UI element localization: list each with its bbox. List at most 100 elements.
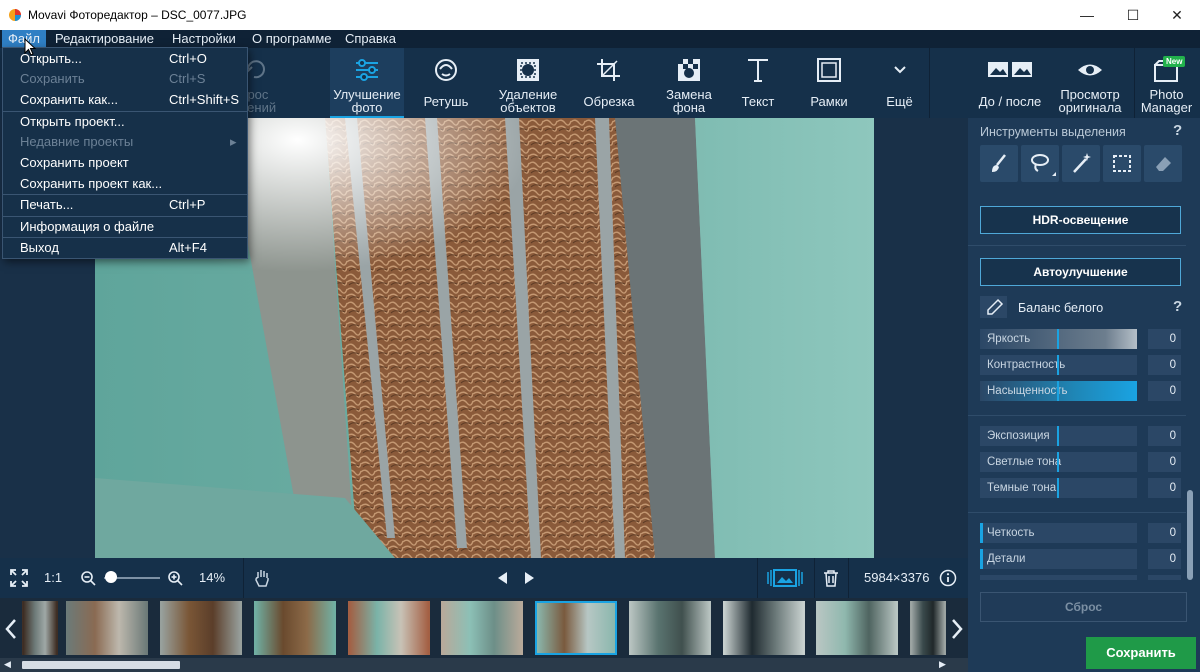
brightness-value[interactable]: 0 <box>1148 329 1181 349</box>
hdr-lighting-button[interactable]: HDR-освещение <box>980 206 1181 234</box>
previous-image-icon[interactable] <box>496 571 508 585</box>
more-label: Ещё <box>886 94 913 109</box>
filmstrip-right-arrow-icon[interactable] <box>950 618 964 640</box>
partial-value[interactable] <box>1148 575 1181 580</box>
menu-item-save-project[interactable]: Сохранить проект <box>3 153 247 173</box>
menu-settings[interactable]: Настройки <box>166 30 242 48</box>
menu-item-open-project[interactable]: Открыть проект... <box>3 112 247 132</box>
view-original-button[interactable]: Просмотр оригинала <box>1054 48 1126 118</box>
maximize-button[interactable]: ☐ <box>1110 0 1156 30</box>
scrollbar-thumb[interactable] <box>1187 490 1193 580</box>
menu-item-open[interactable]: Открыть... Ctrl+O <box>3 49 247 69</box>
window-title: Movavi Фоторедактор – DSC_0077.JPG <box>28 8 247 22</box>
eyedropper-button[interactable] <box>980 296 1007 318</box>
help-icon[interactable]: ? <box>1173 122 1182 139</box>
thumbnail[interactable] <box>22 601 58 655</box>
sliders-icon <box>356 59 378 81</box>
tab-enhance-photo[interactable]: Улучшение фото <box>330 48 404 118</box>
zoom-in-icon[interactable] <box>167 570 183 586</box>
scroll-left-icon[interactable]: ◀ <box>4 659 11 670</box>
menu-item-save-project-as[interactable]: Сохранить проект как... <box>3 174 247 194</box>
auto-enhance-button[interactable]: Автоулучшение <box>980 258 1181 286</box>
partial-slider[interactable] <box>980 575 1137 580</box>
help-icon[interactable]: ? <box>1173 298 1182 315</box>
filmstrip-left-arrow-icon[interactable] <box>4 618 18 640</box>
details-value[interactable]: 0 <box>1148 549 1181 569</box>
menu-item-recent-projects[interactable]: Недавние проекты ▸ <box>3 132 247 152</box>
minimize-button[interactable]: — <box>1064 0 1110 30</box>
brush-selection-button[interactable] <box>980 145 1018 182</box>
filmstrip-scrollbar[interactable]: ◀ ▶ <box>0 658 968 672</box>
white-balance-label: Баланс белого <box>1018 301 1104 315</box>
divider <box>757 558 758 598</box>
zoom-slider-handle[interactable] <box>104 571 117 583</box>
save-button[interactable]: Сохранить <box>1086 637 1196 669</box>
tab-retouch[interactable]: Ретушь <box>412 48 480 118</box>
thumbnail-active[interactable] <box>535 601 617 655</box>
trash-icon[interactable] <box>823 569 839 587</box>
menu-help[interactable]: Справка <box>339 30 402 48</box>
shadows-slider[interactable]: Темные тона <box>980 478 1137 498</box>
close-button[interactable]: ✕ <box>1154 0 1200 30</box>
clarity-slider[interactable]: Четкость <box>980 523 1137 543</box>
tab-text[interactable]: Текст <box>728 48 788 118</box>
saturation-slider[interactable]: Насыщенность <box>980 381 1137 401</box>
tab-replace-background[interactable]: Замена фона <box>654 48 724 118</box>
hand-tool-icon[interactable] <box>253 568 271 588</box>
contrast-slider[interactable]: Контрастность <box>980 355 1137 375</box>
panel-scrollbar[interactable] <box>1186 130 1194 580</box>
menu-about[interactable]: О программе <box>246 30 338 48</box>
menu-item-exit[interactable]: Выход Alt+F4 <box>3 238 247 258</box>
thumbnail[interactable] <box>441 601 523 655</box>
selection-tools-label: Инструменты выделения <box>980 125 1126 139</box>
details-slider[interactable]: Детали <box>980 549 1137 569</box>
menu-edit[interactable]: Редактирование <box>49 30 160 48</box>
tab-remove-objects[interactable]: Удаление объектов <box>490 48 566 118</box>
contrast-value[interactable]: 0 <box>1148 355 1181 375</box>
zoom-out-icon[interactable] <box>80 570 96 586</box>
scroll-right-icon[interactable]: ▶ <box>939 659 946 670</box>
thumbnail[interactable] <box>160 601 242 655</box>
more-button[interactable]: Ещё <box>870 48 930 118</box>
actual-size-button[interactable]: 1:1 <box>44 558 62 598</box>
eye-icon <box>1078 64 1102 76</box>
scrollbar-thumb[interactable] <box>22 661 180 669</box>
photo-manager-button[interactable]: New Photo Manager <box>1134 48 1198 118</box>
magic-wand-button[interactable] <box>1062 145 1100 182</box>
brightness-slider[interactable]: Яркость <box>980 329 1137 349</box>
bg-label-2: фона <box>672 100 706 115</box>
menu-item-save-as[interactable]: Сохранить как... Ctrl+Shift+S <box>3 90 247 110</box>
filmstrip-toggle-icon[interactable] <box>767 567 803 589</box>
tab-crop[interactable]: Обрезка <box>574 48 644 118</box>
lasso-button[interactable] <box>1021 145 1059 182</box>
saturation-value[interactable]: 0 <box>1148 381 1181 401</box>
next-image-icon[interactable] <box>524 571 536 585</box>
thumbnail[interactable] <box>348 601 430 655</box>
thumbnail[interactable] <box>723 601 805 655</box>
before-after-button[interactable]: До / после <box>972 48 1048 118</box>
thumbnail[interactable] <box>254 601 336 655</box>
info-icon[interactable] <box>939 569 957 587</box>
thumbnail[interactable] <box>910 601 946 655</box>
thumbnail[interactable] <box>66 601 148 655</box>
highlights-slider[interactable]: Светлые тона <box>980 452 1137 472</box>
exposure-value[interactable]: 0 <box>1148 426 1181 446</box>
menu-item-file-info[interactable]: Информация о файле <box>3 217 247 237</box>
exposure-slider[interactable]: Экспозиция <box>980 426 1137 446</box>
rectangle-select-icon <box>1113 155 1131 172</box>
thumbnail[interactable] <box>816 601 898 655</box>
tab-frames[interactable]: Рамки <box>796 48 862 118</box>
rectangle-select-button[interactable] <box>1103 145 1141 182</box>
fit-screen-icon[interactable] <box>9 568 29 588</box>
menu-item-print[interactable]: Печать... Ctrl+P <box>3 195 247 215</box>
magic-wand-icon <box>1073 153 1091 173</box>
menu-item-save[interactable]: Сохранить Ctrl+S <box>3 69 247 89</box>
highlights-value[interactable]: 0 <box>1148 452 1181 472</box>
face-icon <box>435 59 457 81</box>
reset-button[interactable]: Сброс <box>980 592 1187 622</box>
clarity-value[interactable]: 0 <box>1148 523 1181 543</box>
thumbnail[interactable] <box>629 601 711 655</box>
view-label-2: оригинала <box>1058 100 1122 115</box>
eraser-button[interactable] <box>1144 145 1182 182</box>
shadows-value[interactable]: 0 <box>1148 478 1181 498</box>
